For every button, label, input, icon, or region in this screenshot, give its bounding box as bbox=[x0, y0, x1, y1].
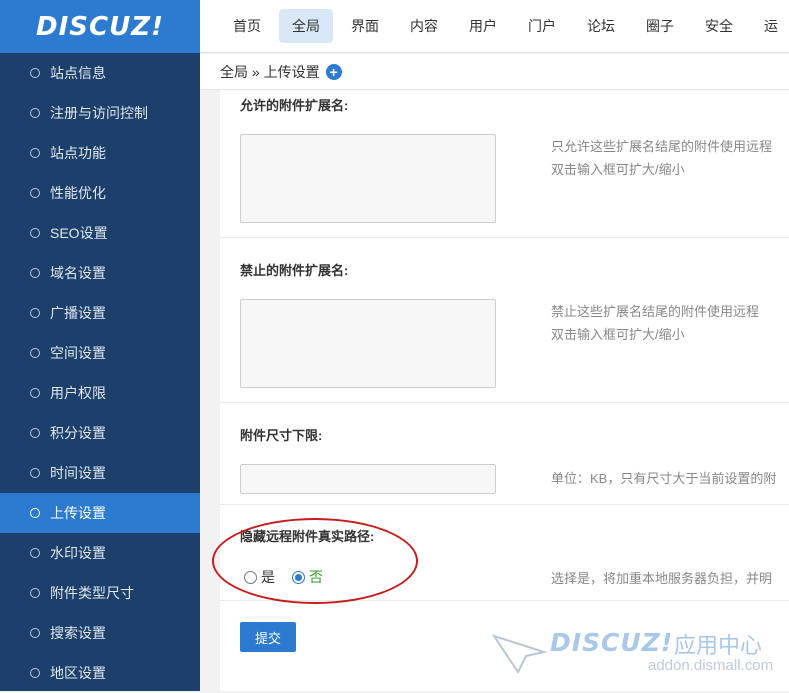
top-nav-tab[interactable]: 门户 bbox=[515, 9, 569, 43]
breadcrumb: 全局 » 上传设置 + bbox=[200, 54, 789, 90]
min-size-input[interactable] bbox=[240, 464, 496, 494]
sidebar-item-label: 站点信息 bbox=[50, 65, 106, 81]
min-size-hint: 单位：KB，只有尺寸大于当前设置的附 bbox=[551, 471, 777, 486]
top-nav-tab[interactable]: 用户 bbox=[456, 9, 510, 43]
banned-ext-hint-line1: 禁止这些扩展名结尾的附件使用远程 bbox=[551, 304, 760, 319]
sidebar-item[interactable]: 注册与访问控制 bbox=[0, 93, 200, 133]
top-nav-tab[interactable]: 界面 bbox=[338, 9, 392, 43]
top-nav-tab[interactable]: 首页 bbox=[220, 9, 274, 43]
circle-bullet-icon bbox=[30, 468, 40, 478]
watermark-cn: 应用中心 bbox=[674, 633, 763, 658]
circle-bullet-icon bbox=[30, 148, 40, 158]
banned-ext-section: 禁止的附件扩展名: 禁止这些扩展名结尾的附件使用远程 双击输入框可扩大/缩小 bbox=[220, 238, 789, 403]
sidebar-menu: 站点信息注册与访问控制 站点功能性能优化 SEO设置域名设置广播设置空间设置用户权限… bbox=[0, 53, 200, 693]
min-size-label: 附件尺寸下限: bbox=[240, 428, 323, 443]
allowed-ext-hint-line1: 只允许这些扩展名结尾的附件使用远程 bbox=[551, 139, 773, 154]
allowed-ext-label: 允许的附件扩展名: bbox=[240, 98, 349, 113]
sidebar-item[interactable]: 站点信息 bbox=[0, 53, 200, 93]
circle-bullet-icon bbox=[30, 108, 40, 118]
circle-bullet-icon bbox=[30, 628, 40, 638]
sidebar-item-label: 附件类型尺寸 bbox=[50, 585, 134, 601]
cursor-arrow-icon bbox=[492, 634, 548, 674]
sidebar-item[interactable]: 空间设置 bbox=[0, 333, 200, 373]
circle-bullet-icon bbox=[30, 68, 40, 78]
sidebar-item-label: 站点功能 bbox=[50, 145, 106, 161]
allowed-ext-hint-line2: 双击输入框可扩大/缩小 bbox=[551, 162, 685, 177]
hide-path-hint: 选择是，将加重本地服务器负担，并明 bbox=[551, 571, 773, 586]
sidebar-item-label: 空间设置 bbox=[50, 345, 106, 361]
sidebar-item-label: 注册与访问控制 bbox=[50, 105, 148, 121]
top-nav-tab[interactable]: 运 bbox=[751, 9, 789, 43]
top-nav-tab[interactable]: 论坛 bbox=[574, 9, 628, 43]
watermark-logo: DISCUZ! bbox=[550, 628, 674, 657]
sidebar-item[interactable]: 用户权限 bbox=[0, 373, 200, 413]
circle-bullet-icon bbox=[30, 548, 40, 558]
sidebar-item[interactable]: 域名设置 bbox=[0, 253, 200, 293]
circle-bullet-icon bbox=[30, 668, 40, 678]
watermark-url: addon.dismall.com bbox=[648, 657, 774, 674]
sidebar-item[interactable]: 上传设置 bbox=[0, 493, 200, 533]
sidebar-item[interactable]: 时间设置 bbox=[0, 453, 200, 493]
sidebar-item-label: 时间设置 bbox=[50, 465, 106, 481]
circle-bullet-icon bbox=[30, 348, 40, 358]
circle-bullet-icon bbox=[30, 188, 40, 198]
sidebar: DISCUZ! 站点信息注册与访问控制 站点功能性能优化 SEO设置域名设置广播设置… bbox=[0, 0, 200, 691]
plus-circle-icon[interactable]: + bbox=[325, 63, 342, 80]
allowed-ext-hint: 只允许这些扩展名结尾的附件使用远程 双击输入框可扩大/缩小 bbox=[551, 135, 772, 181]
top-nav-tab[interactable]: 圈子 bbox=[633, 9, 687, 43]
top-navigation: 首页 全局 界面 内容 用户 门户 论坛 圈子 安全运 bbox=[200, 0, 789, 53]
sidebar-item-label: 广播设置 bbox=[50, 305, 106, 321]
circle-bullet-icon bbox=[30, 508, 40, 518]
banned-ext-hint: 禁止这些扩展名结尾的附件使用远程 双击输入框可扩大/缩小 bbox=[551, 300, 759, 346]
sidebar-item-label: 水印设置 bbox=[50, 545, 106, 561]
sidebar-item[interactable]: 搜索设置 bbox=[0, 613, 200, 653]
banned-ext-textarea[interactable] bbox=[240, 299, 496, 388]
sidebar-item[interactable]: 广播设置 bbox=[0, 293, 200, 333]
min-size-section: 附件尺寸下限: 单位：KB，只有尺寸大于当前设置的附 bbox=[220, 403, 789, 505]
sidebar-item[interactable]: 地区设置 bbox=[0, 653, 200, 693]
annotation-ellipse bbox=[212, 518, 418, 604]
sidebar-item-label: 上传设置 bbox=[50, 505, 106, 521]
banned-ext-hint-line2: 双击输入框可扩大/缩小 bbox=[551, 327, 685, 342]
circle-bullet-icon bbox=[30, 308, 40, 318]
submit-button[interactable]: 提交 bbox=[240, 622, 296, 652]
circle-bullet-icon bbox=[30, 428, 40, 438]
sidebar-item[interactable]: 性能优化 bbox=[0, 173, 200, 213]
sidebar-item-label: 搜索设置 bbox=[50, 625, 106, 641]
banned-ext-label: 禁止的附件扩展名: bbox=[240, 263, 349, 278]
top-nav-tab[interactable]: 内容 bbox=[397, 9, 451, 43]
watermark: DISCUZ! 应用中心 addon.dismall.com bbox=[492, 622, 782, 677]
allowed-ext-section: 允许的附件扩展名: 只允许这些扩展名结尾的附件使用远程 双击输入框可扩大/缩小 bbox=[220, 90, 789, 238]
discuz-logo[interactable]: DISCUZ! bbox=[0, 0, 200, 53]
sidebar-item-label: 地区设置 bbox=[50, 665, 106, 681]
circle-bullet-icon bbox=[30, 268, 40, 278]
top-nav-tab[interactable]: 全局 bbox=[279, 9, 333, 43]
sidebar-item[interactable]: SEO设置 bbox=[0, 213, 200, 253]
sidebar-item-label: 性能优化 bbox=[50, 185, 106, 201]
sidebar-item[interactable]: 附件类型尺寸 bbox=[0, 573, 200, 613]
circle-bullet-icon bbox=[30, 588, 40, 598]
circle-bullet-icon bbox=[30, 228, 40, 238]
circle-bullet-icon bbox=[30, 388, 40, 398]
sidebar-item[interactable]: 积分设置 bbox=[0, 413, 200, 453]
sidebar-item-label: 用户权限 bbox=[50, 385, 106, 401]
sidebar-item-label: SEO设置 bbox=[50, 225, 108, 241]
breadcrumb-text: 全局 » 上传设置 bbox=[220, 63, 320, 80]
allowed-ext-textarea[interactable] bbox=[240, 134, 496, 223]
sidebar-item-label: 域名设置 bbox=[50, 265, 106, 281]
sidebar-item[interactable]: 水印设置 bbox=[0, 533, 200, 573]
top-nav-tab[interactable]: 安全 bbox=[692, 9, 746, 43]
sidebar-item-label: 积分设置 bbox=[50, 425, 106, 441]
sidebar-item[interactable]: 站点功能 bbox=[0, 133, 200, 173]
